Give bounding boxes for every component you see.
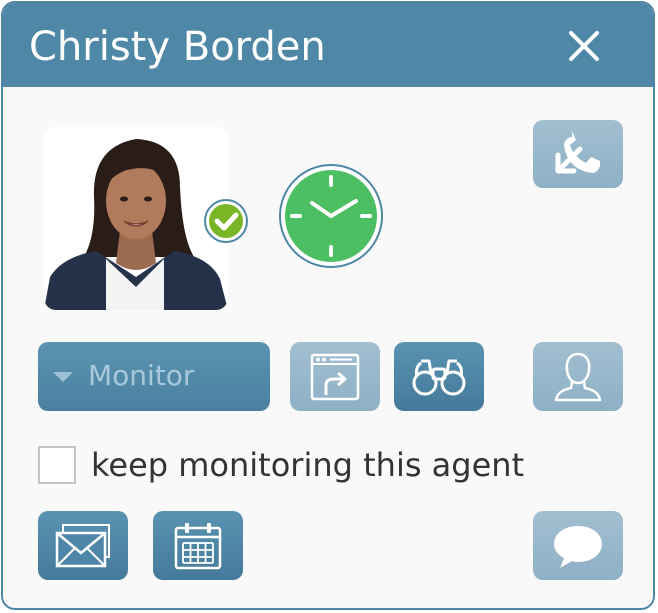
close-icon [569,31,599,61]
schedule-button[interactable] [153,511,243,580]
screen-share-button[interactable] [290,342,380,411]
screen-share-icon [310,353,360,400]
title-bar: Christy Borden [3,3,653,87]
calendar-icon [174,522,222,569]
agent-name-title: Christy Borden [29,24,326,70]
user-icon [554,352,602,401]
email-button[interactable] [38,511,128,580]
status-timer-clock[interactable] [278,163,384,269]
agent-profile-button[interactable] [533,342,623,411]
call-transfer-button[interactable] [533,120,623,188]
close-button[interactable] [562,24,606,68]
monitor-mode-select[interactable]: Monitor [38,342,270,411]
binoculars-icon [412,359,466,395]
keep-monitoring-checkbox[interactable] [38,446,76,484]
chat-icon [554,525,602,568]
monitor-select-value: Monitor [88,359,195,392]
chat-button[interactable] [533,511,623,580]
available-status-icon [204,199,248,243]
envelope-icon [55,523,110,567]
keep-monitoring-label: keep monitoring this agent [91,446,525,484]
agent-avatar [44,127,228,310]
agent-card: Christy Borden Monitor keep monitoring t… [1,1,655,610]
caret-down-icon [53,372,73,382]
observe-button[interactable] [394,342,484,411]
phone-transfer-icon [555,131,600,174]
clock-icon [279,164,383,268]
